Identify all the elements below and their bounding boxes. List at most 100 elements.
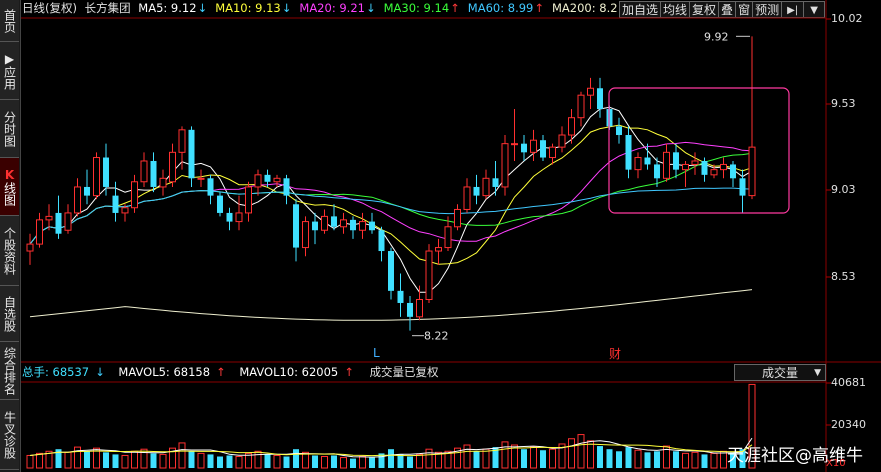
volume-bar-27 bbox=[283, 456, 290, 468]
candle-body-52 bbox=[521, 143, 527, 153]
volume-bar-38 bbox=[388, 449, 394, 468]
candle-body-66 bbox=[654, 164, 660, 179]
volume-bar-42 bbox=[425, 448, 433, 469]
candle-body-39 bbox=[397, 290, 404, 303]
highlight-box bbox=[608, 87, 790, 214]
candle-body-63 bbox=[625, 135, 632, 170]
candle-body-17 bbox=[188, 129, 195, 179]
volume-bar-4 bbox=[64, 451, 72, 469]
volume-bar-58 bbox=[577, 434, 585, 469]
volume-bar-20 bbox=[217, 456, 223, 468]
volume-bar-26 bbox=[273, 454, 281, 469]
candle-body-16 bbox=[178, 129, 186, 153]
volume-bar-28 bbox=[293, 449, 299, 468]
indicator-select-label: 成交量 bbox=[761, 366, 798, 380]
volume-bar-47 bbox=[473, 451, 480, 468]
price-chart[interactable]: 9.92 8.22 L 财 bbox=[0, 0, 881, 472]
candle-body-74 bbox=[730, 164, 736, 179]
volume-bar-10 bbox=[121, 454, 129, 469]
candle-body-30 bbox=[312, 221, 318, 231]
candle-body-50 bbox=[501, 143, 509, 188]
chevron-down-icon: ▼ bbox=[814, 368, 821, 378]
candle-body-32 bbox=[331, 216, 337, 227]
candle-body-49 bbox=[492, 178, 499, 187]
candle-body-53 bbox=[530, 139, 537, 153]
volume-bar-9 bbox=[112, 454, 119, 468]
volume-bar-21 bbox=[226, 455, 233, 468]
volume-bar-35 bbox=[359, 456, 366, 469]
volume-bar-34 bbox=[350, 458, 356, 468]
volume-bar-46 bbox=[463, 444, 471, 469]
candle-body-40 bbox=[407, 302, 413, 317]
volume-bar-33 bbox=[340, 457, 347, 469]
candle-body-19 bbox=[207, 178, 214, 196]
total-volume-down-icon: ↓ bbox=[95, 365, 105, 379]
high-label: 9.92 bbox=[704, 30, 729, 43]
candle-body-72 bbox=[710, 169, 718, 176]
candle-body-2 bbox=[45, 215, 53, 221]
volume-bar-31 bbox=[321, 456, 328, 469]
candle-body-15 bbox=[169, 151, 176, 183]
candle-body-22 bbox=[235, 212, 243, 223]
candle-body-69 bbox=[682, 163, 689, 171]
candle-body-20 bbox=[217, 195, 223, 213]
volume-bar-59 bbox=[587, 440, 594, 469]
volume-bar-73 bbox=[720, 450, 727, 469]
volume-bar-22 bbox=[235, 456, 243, 469]
volume-bar-39 bbox=[397, 454, 404, 468]
candle-body-42 bbox=[425, 250, 433, 301]
marker-l: L bbox=[373, 346, 380, 360]
total-volume-label: 总手: 68537 bbox=[22, 365, 90, 379]
volume-bar-41 bbox=[416, 453, 423, 469]
candle-body-64 bbox=[634, 157, 642, 171]
volume-bar-24 bbox=[254, 450, 262, 469]
volume-bar-52 bbox=[521, 449, 527, 468]
candle-body-7 bbox=[93, 157, 100, 197]
volume-bar-29 bbox=[302, 451, 309, 469]
volume-bar-70 bbox=[691, 451, 699, 469]
candle-body-71 bbox=[701, 160, 708, 175]
candle-body-56 bbox=[558, 134, 566, 148]
volume-bar-63 bbox=[625, 447, 632, 468]
candle-body-35 bbox=[359, 221, 366, 231]
candle-body-67 bbox=[663, 151, 670, 179]
candle-body-73 bbox=[720, 163, 727, 171]
volume-bar-0 bbox=[26, 454, 34, 469]
volume-bar-65 bbox=[644, 452, 651, 468]
candle-body-60 bbox=[597, 88, 603, 110]
volume-bar-54 bbox=[540, 450, 546, 468]
volume-bar-53 bbox=[530, 446, 537, 469]
candle-body-1 bbox=[36, 219, 43, 245]
candle-body-38 bbox=[388, 251, 394, 291]
candle-body-55 bbox=[549, 146, 556, 159]
volume-unit: X10 bbox=[826, 458, 846, 469]
candle-body-11 bbox=[131, 181, 138, 209]
volume-bar-61 bbox=[606, 449, 613, 468]
volume-bar-36 bbox=[369, 457, 375, 468]
candle-body-23 bbox=[245, 186, 252, 214]
price-tick-2: 9.03 bbox=[831, 183, 856, 196]
candle-body-62 bbox=[616, 126, 622, 136]
volume-bar-72 bbox=[710, 452, 718, 469]
volume-bar-64 bbox=[634, 449, 642, 469]
candle-body-13 bbox=[150, 160, 157, 187]
candle-body-76 bbox=[748, 146, 756, 197]
volume-bar-69 bbox=[682, 452, 689, 469]
candle-body-65 bbox=[644, 157, 651, 165]
candle-body-48 bbox=[482, 177, 490, 197]
volume-bar-19 bbox=[207, 454, 214, 468]
indicator-select[interactable]: 成交量 ▼ bbox=[734, 364, 826, 381]
volume-bar-66 bbox=[654, 451, 660, 468]
mavol10-label: MAVOL10: 62005 bbox=[239, 365, 339, 379]
candle-body-54 bbox=[540, 140, 546, 158]
volume-bar-1 bbox=[36, 452, 43, 469]
candle-body-28 bbox=[293, 204, 299, 248]
candle-body-37 bbox=[378, 230, 385, 252]
candle-body-51 bbox=[511, 143, 518, 146]
mavol5-up-icon: ↑ bbox=[216, 365, 226, 379]
candle-body-57 bbox=[568, 117, 575, 136]
candle-body-12 bbox=[140, 160, 148, 183]
candle-body-45 bbox=[454, 208, 461, 228]
volume-bar-8 bbox=[103, 452, 109, 468]
volume-bar-30 bbox=[312, 455, 318, 468]
